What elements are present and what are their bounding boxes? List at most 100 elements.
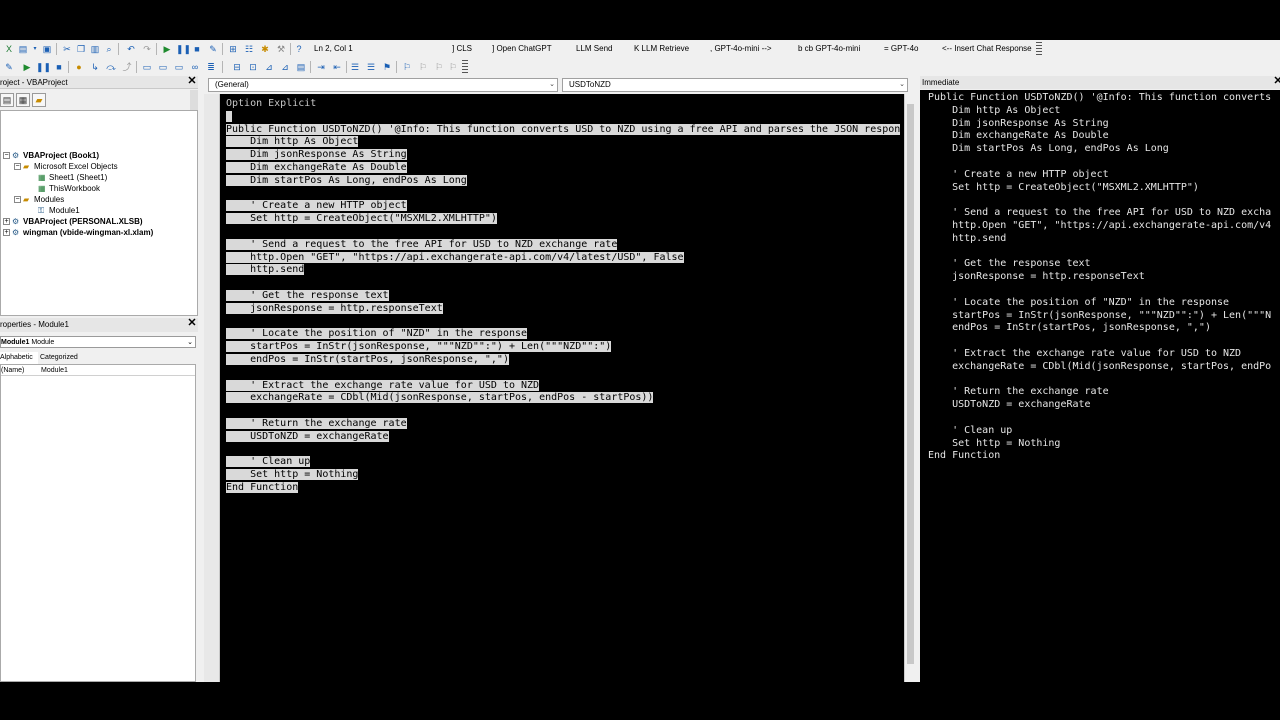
immediate-line[interactable]: Dim startPos As Long, endPos As Long — [928, 143, 1169, 156]
code-line[interactable]: Dim exchangeRate As Double — [226, 162, 407, 175]
immediate-line[interactable]: startPos = InStr(jsonResponse, """NZD"":… — [928, 310, 1271, 323]
watch-window-icon[interactable]: ▭ — [172, 60, 186, 74]
tree-node-module1[interactable]: ⚿ Module1 — [38, 206, 80, 216]
code-line[interactable]: ' Send a request to the free API for USD… — [226, 238, 618, 252]
collapse-icon[interactable]: − — [3, 152, 10, 160]
view-object-icon[interactable]: ▦ — [16, 93, 30, 107]
excel-icon[interactable]: X — [2, 42, 16, 56]
close-icon[interactable]: ✕ — [1272, 76, 1280, 88]
run-icon[interactable]: ▶ — [160, 42, 174, 56]
code-line[interactable]: Dim startPos As Long, endPos As Long — [226, 174, 467, 188]
immediate-line[interactable]: exchangeRate = CDbl(Mid(jsonResponse, st… — [928, 361, 1271, 374]
llm-retrieve-button[interactable]: K LLM Retrieve — [634, 43, 689, 55]
locals-window-icon[interactable]: ▭ — [140, 60, 154, 74]
tree-node-wingman[interactable]: + ⚙ wingman (vbide-wingman-xl.xlam) — [3, 228, 153, 238]
code-line[interactable]: endPos = InStr(startPos, jsonResponse, "… — [226, 354, 509, 367]
parameter-info-icon[interactable]: ⊿ — [278, 60, 292, 74]
immediate-line[interactable]: End Function — [928, 450, 1000, 463]
object-browser-icon[interactable]: ✱ — [258, 42, 272, 56]
immediate-line[interactable]: ' Send a request to the free API for USD… — [928, 207, 1271, 220]
tab-categorized[interactable]: Categorized — [40, 352, 90, 364]
code-line[interactable]: End Function — [226, 482, 299, 495]
paste-icon[interactable]: ▥ — [88, 42, 102, 56]
code-line[interactable]: USDToNZD = exchangeRate — [226, 430, 389, 444]
immediate-line[interactable]: Dim exchangeRate As Double — [928, 130, 1109, 143]
code-line[interactable]: ' Get the response text — [226, 290, 389, 303]
immediate-line[interactable]: Public Function USDToNZD() '@Info: This … — [928, 92, 1271, 105]
code-line[interactable]: Set http = Nothing — [226, 469, 359, 482]
close-icon[interactable]: ✕ — [186, 318, 198, 330]
code-line[interactable]: http.send — [226, 264, 305, 277]
expand-icon[interactable]: + — [3, 229, 10, 237]
bookmark-extra-icon[interactable]: ⚐ — [446, 60, 460, 74]
code-line[interactable]: ' Return the exchange rate — [226, 418, 407, 431]
pause-icon[interactable]: ❚❚ — [36, 60, 50, 74]
code-vertical-scrollbar[interactable] — [904, 94, 916, 682]
code-line[interactable]: Dim jsonResponse As String — [226, 149, 407, 162]
code-line[interactable]: ' Extract the exchange rate value for US… — [226, 379, 540, 393]
step-into-icon[interactable]: ↳ — [88, 60, 102, 74]
immediate-line[interactable]: http.Open "GET", "https://api.exchangera… — [928, 220, 1271, 233]
project-tree[interactable]: − ⚙ VBAProject (Book1) − ▰ Microsoft Excel O… — [0, 110, 198, 316]
tree-node-excel-objects[interactable]: − ▰ Microsoft Excel Objects — [14, 162, 118, 172]
properties-object-combo[interactable]: Module1 Module ⌄ — [0, 336, 196, 348]
gpt-4o-button[interactable]: = GPT-4o — [884, 43, 918, 55]
find-icon[interactable]: ⌕ — [102, 42, 116, 56]
code-line[interactable]: startPos = InStr(jsonResponse, """NZD"":… — [226, 341, 612, 354]
immediate-line[interactable]: ' Get the response text — [928, 258, 1090, 271]
save-icon[interactable]: ▣ — [40, 42, 54, 56]
break-icon[interactable]: ❚❚ — [176, 42, 190, 56]
code-line[interactable]: ' Locate the position of "NZD" in the re… — [226, 328, 528, 341]
code-line[interactable]: Option Explicit — [226, 98, 316, 111]
design-icon[interactable]: ✎ — [2, 60, 16, 74]
immediate-line[interactable]: ' Create a new HTTP object — [928, 169, 1109, 182]
toolbox-icon[interactable]: ⚒ — [274, 42, 288, 56]
code-margin[interactable] — [204, 94, 220, 682]
expand-icon[interactable]: + — [3, 218, 10, 226]
immediate-line[interactable]: jsonResponse = http.responseText — [928, 271, 1145, 284]
toolbar-grip[interactable] — [1036, 42, 1042, 56]
code-line[interactable]: http.Open "GET", "https://api.exchangera… — [226, 251, 684, 265]
toggle-bookmark-icon[interactable]: ⚑ — [380, 60, 394, 74]
stop-icon[interactable]: ■ — [52, 60, 66, 74]
undo-icon[interactable]: ↶ — [124, 42, 138, 56]
redo-icon[interactable]: ↷ — [140, 42, 154, 56]
property-row-name[interactable]: (Name) Module1 — [1, 365, 195, 376]
property-value[interactable]: Module1 — [41, 365, 68, 376]
copy-icon[interactable]: ❐ — [74, 42, 88, 56]
comment-block-icon[interactable]: ☰ — [348, 60, 362, 74]
tree-node-sheet1[interactable]: ▦ Sheet1 (Sheet1) — [38, 173, 107, 183]
immediate-line[interactable]: ' Clean up — [928, 425, 1012, 438]
properties-window-icon[interactable]: ☷ — [242, 42, 256, 56]
close-icon[interactable]: ✕ — [186, 76, 198, 88]
help-icon[interactable]: ? — [292, 42, 306, 56]
immediate-window[interactable]: Public Function USDToNZD() '@Info: This … — [920, 90, 1280, 682]
code-line[interactable]: exchangeRate = CDbl(Mid(jsonResponse, st… — [226, 392, 654, 405]
llm-send-button[interactable]: LLM Send — [576, 43, 612, 55]
code-line[interactable]: Public Function USDToNZD() '@Info: This … — [226, 123, 901, 137]
list-constants-icon[interactable]: ⊡ — [246, 60, 260, 74]
toggle-folders-icon[interactable]: ▰ — [32, 93, 46, 107]
code-line[interactable]: Dim http As Object — [226, 136, 359, 149]
collapse-icon[interactable]: − — [14, 196, 21, 204]
immediate-line[interactable]: ' Locate the position of "NZD" in the re… — [928, 297, 1229, 310]
quick-watch-icon[interactable]: ∞ — [188, 60, 202, 74]
toolbar-grip-2[interactable] — [462, 60, 468, 74]
collapse-icon[interactable]: − — [14, 163, 21, 171]
open-chatgpt-button[interactable]: ] Open ChatGPT — [492, 43, 552, 55]
toggle-breakpoint-icon[interactable]: ● — [72, 60, 86, 74]
dropdown-arrow-icon[interactable]: ⌄ — [549, 79, 555, 91]
next-bookmark-icon[interactable]: ⚐ — [400, 60, 414, 74]
tree-node-modules[interactable]: − ▰ Modules — [14, 195, 64, 205]
outdent-icon[interactable]: ⇤ — [330, 60, 344, 74]
code-line[interactable]: Set http = CreateObject("MSXML2.XMLHTTP"… — [226, 213, 497, 226]
dropdown-arrow-icon[interactable]: ⌄ — [187, 338, 193, 347]
quick-info-icon[interactable]: ⊿ — [262, 60, 276, 74]
code-editor[interactable]: Option Explicit Public Function USDToNZD… — [220, 94, 904, 682]
project-explorer-icon[interactable]: ⊞ — [226, 42, 240, 56]
tree-scroll-indicator[interactable] — [190, 90, 198, 110]
step-over-icon[interactable]: ⤼ — [104, 60, 118, 74]
indent-icon[interactable]: ⇥ — [314, 60, 328, 74]
design-mode-icon[interactable]: ✎ — [206, 42, 220, 56]
tree-node-thisworkbook[interactable]: ▦ ThisWorkbook — [38, 184, 100, 194]
